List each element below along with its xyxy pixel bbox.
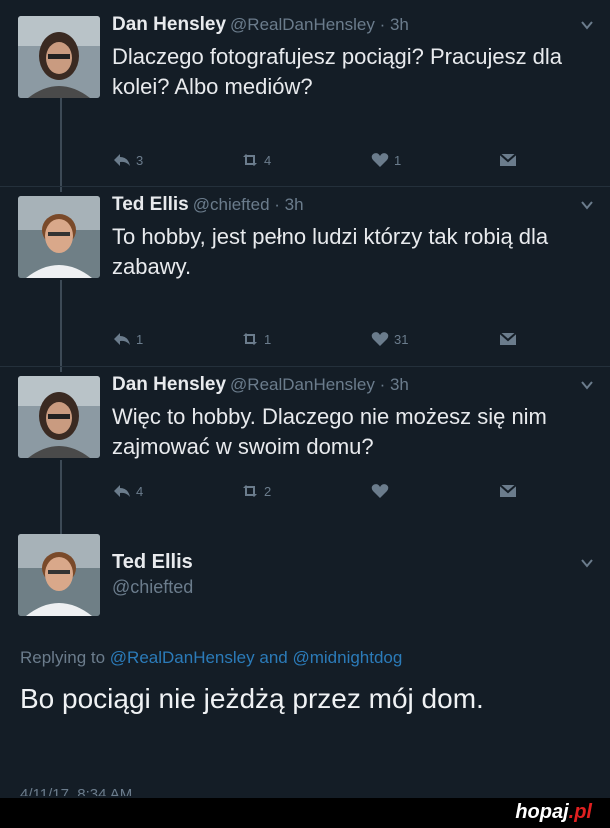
watermark-bar: hopaj.pl: [0, 798, 610, 828]
retweet-button[interactable]: 4: [240, 151, 271, 169]
chevron-down-icon[interactable]: [580, 556, 594, 570]
chevron-down-icon[interactable]: [580, 18, 594, 32]
reply-count: 4: [136, 483, 144, 499]
author-name[interactable]: Dan Hensley: [112, 14, 226, 35]
retweet-count: 4: [264, 152, 272, 168]
like-count: 1: [394, 152, 402, 168]
chevron-down-icon[interactable]: [580, 198, 594, 212]
author-handle[interactable]: @RealDanHensley · 3h: [230, 15, 409, 34]
avatar[interactable]: [18, 196, 100, 278]
retweet-icon: [243, 333, 257, 345]
author-name[interactable]: Dan Hensley: [112, 374, 226, 395]
tweet[interactable]: Ted Ellis @chiefted · 3h To hobby, jest p…: [0, 194, 610, 364]
dm-button[interactable]: [498, 151, 518, 169]
avatar-photo-ted: [18, 534, 100, 616]
chevron-down-icon[interactable]: [580, 378, 594, 392]
avatar[interactable]: [18, 376, 100, 458]
dm-icon: [499, 484, 517, 497]
watermark-tld: .pl: [568, 801, 592, 823]
mention-link[interactable]: @midnightdog: [292, 648, 402, 667]
replying-to: Replying to @RealDanHensley and @midnigh…: [20, 648, 402, 668]
watermark-logo: hopaj.pl: [515, 801, 592, 824]
dm-button[interactable]: [498, 330, 518, 348]
avatar-photo-dan: [18, 376, 100, 458]
mention-link[interactable]: @RealDanHensley: [110, 648, 255, 667]
like-button[interactable]: [370, 482, 394, 500]
tweet-actions: 1 1 31: [112, 330, 532, 350]
reply-icon: [114, 333, 130, 345]
like-count: 31: [394, 331, 409, 347]
reply-button[interactable]: 1: [112, 330, 143, 348]
replying-prefix: Replying to: [20, 648, 106, 667]
tweet-header: Dan Hensley @RealDanHensley · 3h: [112, 14, 409, 36]
divider: [0, 366, 610, 367]
tweet[interactable]: Dan Hensley @RealDanHensley · 3h Więc to …: [0, 374, 610, 524]
avatar[interactable]: [18, 534, 100, 616]
author-name[interactable]: Ted Ellis: [112, 551, 193, 574]
dm-icon: [499, 153, 517, 166]
tweet-text: Dlaczego fotografujesz pociągi? Pracujes…: [112, 44, 563, 99]
like-button[interactable]: 31: [370, 330, 408, 348]
reply-button[interactable]: 3: [112, 151, 143, 169]
divider: [0, 186, 610, 187]
avatar-photo-ted: [18, 196, 100, 278]
author-name[interactable]: Ted Ellis: [112, 194, 189, 215]
watermark-brand: hopaj: [515, 801, 569, 823]
retweet-icon: [243, 154, 257, 166]
author-handle[interactable]: @RealDanHensley · 3h: [230, 375, 409, 394]
reply-icon: [114, 485, 130, 497]
retweet-count: 2: [264, 483, 272, 499]
replying-and: and: [259, 648, 288, 667]
like-icon: [371, 332, 389, 346]
retweet-button[interactable]: 2: [240, 482, 271, 500]
author-handle[interactable]: @chiefted: [112, 577, 193, 598]
tweet[interactable]: Dan Hensley @RealDanHensley · 3h Dlaczego…: [0, 14, 610, 184]
tweet-actions: 3 4 1: [112, 151, 532, 171]
like-button[interactable]: 1: [370, 151, 401, 169]
like-icon: [371, 484, 389, 498]
timestamp[interactable]: 4/11/17, 8:34 AM: [20, 786, 132, 796]
tweet-header: Ted Ellis @chiefted · 3h: [112, 194, 304, 216]
reply-count: 3: [136, 152, 144, 168]
dm-icon: [499, 332, 517, 345]
tweet-text: Więc to hobby. Dlaczego nie możesz się n…: [112, 404, 547, 459]
reply-button[interactable]: 4: [112, 482, 143, 500]
like-icon: [371, 153, 389, 167]
tweet-header: Dan Hensley @RealDanHensley · 3h: [112, 374, 409, 396]
reply-icon: [114, 154, 130, 166]
avatar[interactable]: [18, 16, 100, 98]
tweet-text: Bo pociągi nie jeżdżą przez mój dom.: [20, 683, 484, 714]
reply-count: 1: [136, 331, 144, 347]
dm-button[interactable]: [498, 482, 518, 500]
retweet-button[interactable]: 1: [240, 330, 271, 348]
tweet-text: To hobby, jest pełno ludzi którzy tak ro…: [112, 224, 549, 279]
avatar-photo-dan: [18, 16, 100, 98]
retweet-count: 1: [264, 331, 272, 347]
retweet-icon: [243, 485, 257, 497]
tweet-actions: 4 2: [112, 482, 532, 502]
author-handle[interactable]: @chiefted · 3h: [193, 195, 304, 214]
